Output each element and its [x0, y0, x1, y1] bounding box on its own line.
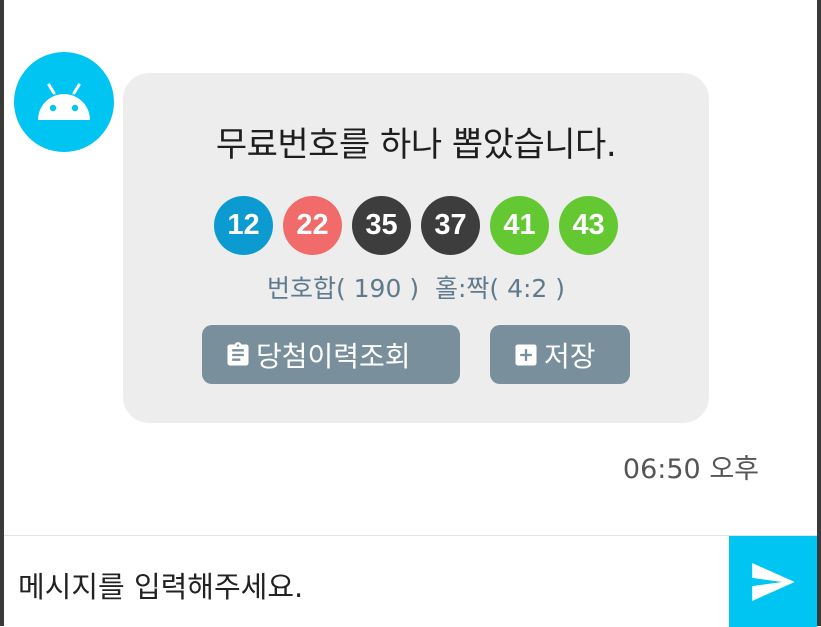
- message-bubble: 무료번호를 하나 뽑았습니다. 12 22 35 37 41 43 번호합( 1…: [123, 73, 709, 423]
- message-timestamp: 06:50 오후: [622, 454, 759, 485]
- message-input-bar: 메시지를 입력해주세요.: [4, 535, 817, 627]
- lotto-ball: 35: [352, 196, 411, 255]
- window-frame-right: [817, 0, 821, 626]
- number-stats: 번호합( 190 ) 홀:짝( 4:2 ): [266, 274, 566, 303]
- message-actions: 당첨이력조회 저장: [123, 325, 709, 384]
- send-icon: [751, 562, 795, 601]
- lotto-numbers: 12 22 35 37 41 43: [123, 196, 709, 255]
- lotto-ball: 43: [559, 196, 618, 255]
- clipboard-icon: [224, 341, 252, 369]
- message-input[interactable]: 메시지를 입력해주세요.: [18, 564, 303, 606]
- save-label: 저장: [544, 339, 596, 373]
- message-text: 무료번호를 하나 뽑았습니다.: [215, 125, 617, 165]
- history-lookup-button[interactable]: 당첨이력조회: [202, 325, 460, 384]
- save-button[interactable]: 저장: [490, 325, 630, 384]
- lotto-ball: 41: [490, 196, 549, 255]
- history-lookup-label: 당첨이력조회: [256, 339, 411, 373]
- android-icon: [32, 82, 96, 122]
- avatar: [14, 52, 114, 152]
- lotto-ball: 12: [214, 196, 273, 255]
- lotto-ball: 37: [421, 196, 480, 255]
- plus-box-icon: [512, 341, 540, 369]
- lotto-ball: 22: [283, 196, 342, 255]
- send-button[interactable]: [729, 536, 817, 627]
